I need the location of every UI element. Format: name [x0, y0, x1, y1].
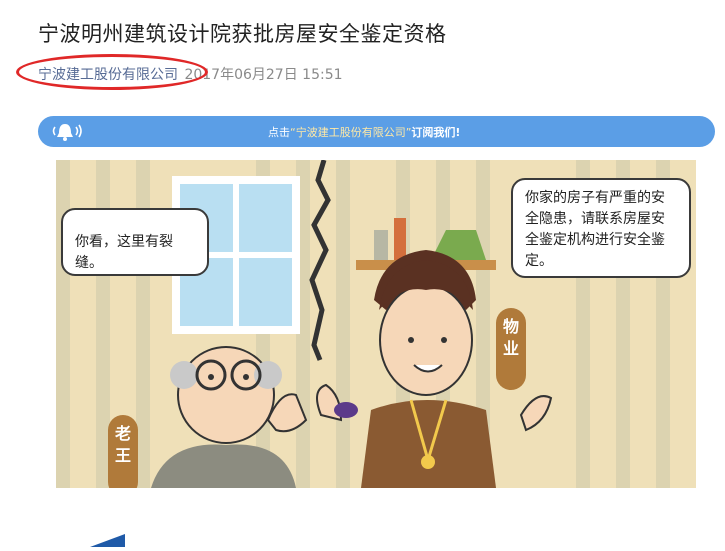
banner-account[interactable]: “宁波建工股份有限公司” [290, 126, 411, 139]
speech-bubble-left: 你看，这里有裂缝。 [61, 208, 209, 276]
bell-icon [52, 120, 86, 147]
character-tag-laowang: 老王 [108, 415, 138, 488]
banner-prefix: 点击 [268, 126, 290, 139]
banner-suffix: 订阅我们! [411, 126, 461, 139]
subscribe-banner[interactable]: 点击“宁波建工股份有限公司”订阅我们! [38, 116, 715, 147]
decorative-shape [40, 532, 130, 551]
article-title: 宁波明州建筑设计院获批房屋安全鉴定资格 [38, 22, 447, 46]
highlight-circle [16, 54, 208, 90]
speech-bubble-right: 你家的房子有严重的安全隐患，请联系房屋安全鉴定机构进行安全鉴定。 [511, 178, 691, 278]
publish-time: 2017年06月27日 15:51 [184, 67, 343, 83]
character-tag-wuye: 物业 [496, 308, 526, 390]
article-illustration: 你看，这里有裂缝。 你家的房子有严重的安全隐患，请联系房屋安全鉴定机构进行安全鉴… [56, 160, 696, 488]
subscribe-text[interactable]: 点击“宁波建工股份有限公司”订阅我们! [268, 124, 460, 140]
